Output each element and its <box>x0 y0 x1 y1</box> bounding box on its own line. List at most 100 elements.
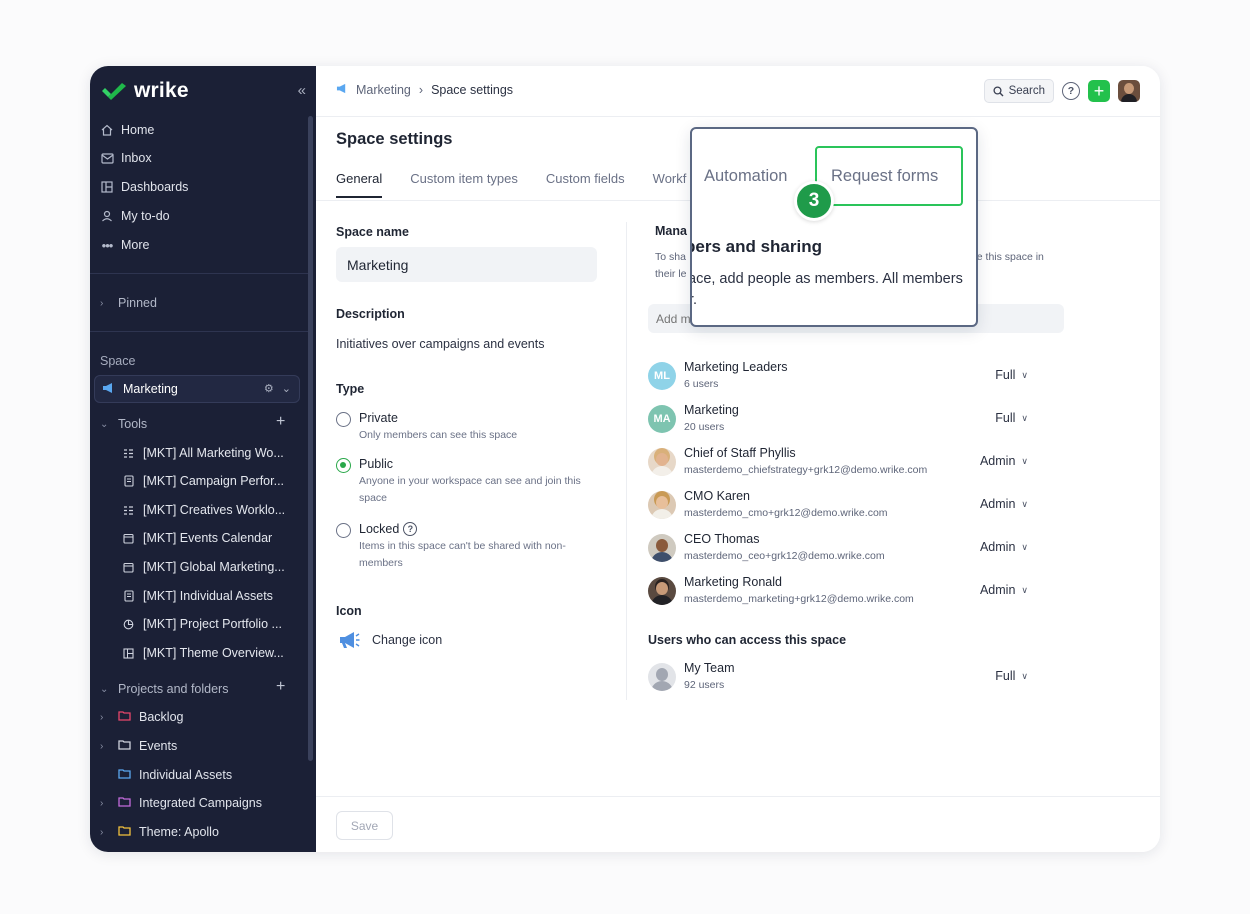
save-button[interactable]: Save <box>336 811 393 840</box>
sidebar-pinned[interactable]: › Pinned <box>100 293 157 313</box>
description-value[interactable]: Initiatives over campaigns and events <box>336 337 544 351</box>
breadcrumb-marketing[interactable]: Marketing <box>356 83 411 97</box>
page-title: Space settings <box>336 130 453 148</box>
members-desc-part: ee this space in <box>970 251 1044 263</box>
chevron-down-icon[interactable]: ⌄ <box>282 382 291 395</box>
sidebar-tool-item[interactable]: [MKT] Theme Overview... <box>122 643 292 663</box>
add-tool-icon[interactable]: + <box>276 413 285 431</box>
search-button[interactable]: Search <box>983 79 1054 103</box>
sidebar-tool-item[interactable]: [MKT] Global Marketing... <box>122 557 292 577</box>
sidebar-item-inbox[interactable]: Inbox <box>100 148 152 168</box>
sidebar-item-dashboards[interactable]: Dashboards <box>100 177 188 197</box>
sidebar-folder-individual-assets[interactable]: Individual Assets <box>100 765 232 785</box>
sidebar-folder-events[interactable]: › Events <box>100 736 177 756</box>
tab-automation[interactable]: Automation <box>704 167 787 186</box>
folder-label: Theme: Apollo <box>139 825 219 839</box>
chevron-down-icon: ∨ <box>1021 455 1028 466</box>
sidebar-folder-backlog[interactable]: › Backlog <box>100 707 183 727</box>
sidebar-tool-item[interactable]: [MKT] Individual Assets <box>122 586 292 606</box>
member-row[interactable]: Chief of Staff Phyllis masterdemo_chiefs… <box>648 446 1038 482</box>
search-label: Search <box>1008 85 1045 97</box>
sidebar-tool-item[interactable]: [MKT] Events Calendar <box>122 528 292 548</box>
sidebar-tool-item[interactable]: [MKT] Creatives Worklo... <box>122 500 292 520</box>
member-row[interactable]: CEO Thomas masterdemo_ceo+grk12@demo.wri… <box>648 532 1038 568</box>
chevron-right-icon: › <box>100 297 104 309</box>
table-view-icon <box>122 448 135 459</box>
space-name-input[interactable] <box>336 247 597 282</box>
team-row[interactable]: My Team 92 users Full ∨ <box>648 661 1038 697</box>
role-dropdown[interactable]: Full ∨ <box>995 669 1028 683</box>
member-sub: masterdemo_ceo+grk12@demo.wrike.com <box>684 550 885 562</box>
sidebar-item-more[interactable]: ••• More <box>100 235 150 255</box>
step-badge: 3 <box>794 181 834 221</box>
folder-icon <box>118 739 131 753</box>
sidebar-tool-item[interactable]: [MKT] Project Portfolio ... <box>122 614 292 634</box>
help-icon[interactable]: ? <box>1062 82 1080 100</box>
gear-icon[interactable]: ⚙ <box>264 382 274 395</box>
sidebar-scrollbar[interactable] <box>308 116 313 761</box>
member-row[interactable]: MA Marketing 20 users Full ∨ <box>648 403 1038 439</box>
help-icon[interactable]: ? <box>403 522 418 536</box>
sidebar-item-label: More <box>121 238 150 252</box>
role-dropdown[interactable]: Full ∨ <box>995 368 1028 382</box>
member-row[interactable]: CMO Karen masterdemo_cmo+grk12@demo.wrik… <box>648 489 1038 525</box>
role-dropdown[interactable]: Admin ∨ <box>980 454 1028 468</box>
type-option-locked[interactable]: Locked? Items in this space can't be sha… <box>336 522 604 572</box>
members-desc-part: their le <box>655 268 687 280</box>
sidebar-item-home[interactable]: Home <box>100 120 154 140</box>
role-dropdown[interactable]: Full ∨ <box>995 411 1028 425</box>
dashboards-icon <box>122 647 135 659</box>
sidebar-tool-item[interactable]: [MKT] All Marketing Wo... <box>122 443 292 463</box>
tool-label: [MKT] Creatives Worklo... <box>143 503 286 517</box>
user-todo-icon <box>100 210 114 222</box>
tool-label: [MKT] Global Marketing... <box>143 560 285 574</box>
radio-locked[interactable] <box>336 523 351 538</box>
member-row[interactable]: Marketing Ronald masterdemo_marketing+gr… <box>648 575 1038 611</box>
folder-label: Backlog <box>139 710 184 724</box>
sidebar-item-my-todo[interactable]: My to-do <box>100 206 170 226</box>
type-title: Locked <box>359 522 400 536</box>
sidebar-folder-integrated-campaigns[interactable]: › Integrated Campaigns <box>100 793 262 813</box>
breadcrumb: Marketing › Space settings <box>336 83 513 97</box>
role-dropdown[interactable]: Admin ∨ <box>980 540 1028 554</box>
chevron-down-icon: ∨ <box>1021 369 1028 380</box>
role-dropdown[interactable]: Admin ∨ <box>980 497 1028 511</box>
wrike-logo[interactable]: wrike <box>100 78 189 104</box>
role-dropdown[interactable]: Admin ∨ <box>980 583 1028 597</box>
member-row[interactable]: ML Marketing Leaders 6 users Full ∨ <box>648 360 1038 396</box>
tab-workflows[interactable]: Workf <box>653 171 687 198</box>
radio-public[interactable] <box>336 458 351 473</box>
role-label: Full <box>995 669 1016 683</box>
sidebar-projects-folders[interactable]: ⌄ Projects and folders + <box>100 678 300 699</box>
megaphone-icon <box>336 83 348 97</box>
user-avatar[interactable] <box>1118 80 1140 102</box>
role-label: Admin <box>979 454 1016 468</box>
role-label: Full <box>995 368 1016 382</box>
zoom-callout: Automation Request forms bers and sharin… <box>690 127 978 327</box>
add-folder-icon[interactable]: + <box>276 678 285 696</box>
tab-custom-item-types[interactable]: Custom item types <box>410 171 518 198</box>
sidebar-folder-theme-apollo[interactable]: › Theme: Apollo <box>100 822 219 842</box>
tab-custom-fields[interactable]: Custom fields <box>546 171 625 198</box>
type-option-public[interactable]: Public Anyone in your workspace can see … <box>336 457 604 507</box>
tab-general[interactable]: General <box>336 171 383 198</box>
member-name: CMO Karen <box>684 489 750 503</box>
member-sub: 20 users <box>684 421 725 433</box>
collapse-sidebar-icon[interactable]: « <box>298 82 306 99</box>
radio-private[interactable] <box>336 412 351 427</box>
avatar <box>648 577 676 605</box>
type-label: Type <box>336 382 365 396</box>
change-icon-button[interactable]: Change icon <box>338 631 442 649</box>
tab-request-forms[interactable]: Request forms <box>831 167 938 186</box>
space-selector[interactable]: Marketing ⚙ ⌄ <box>94 375 300 403</box>
chevron-down-icon: ∨ <box>1021 584 1028 595</box>
type-option-private[interactable]: Private Only members can see this space <box>336 411 604 444</box>
chevron-right-icon: › <box>100 740 104 752</box>
add-new-button[interactable]: + <box>1088 80 1110 102</box>
callout-text: r. <box>692 292 698 308</box>
calendar-icon <box>122 562 135 573</box>
report-icon <box>122 590 135 602</box>
sidebar-tools[interactable]: ⌄ Tools + <box>100 413 300 434</box>
sidebar-tool-item[interactable]: [MKT] Campaign Perfor... <box>122 471 292 491</box>
dashboards-icon <box>100 181 114 193</box>
